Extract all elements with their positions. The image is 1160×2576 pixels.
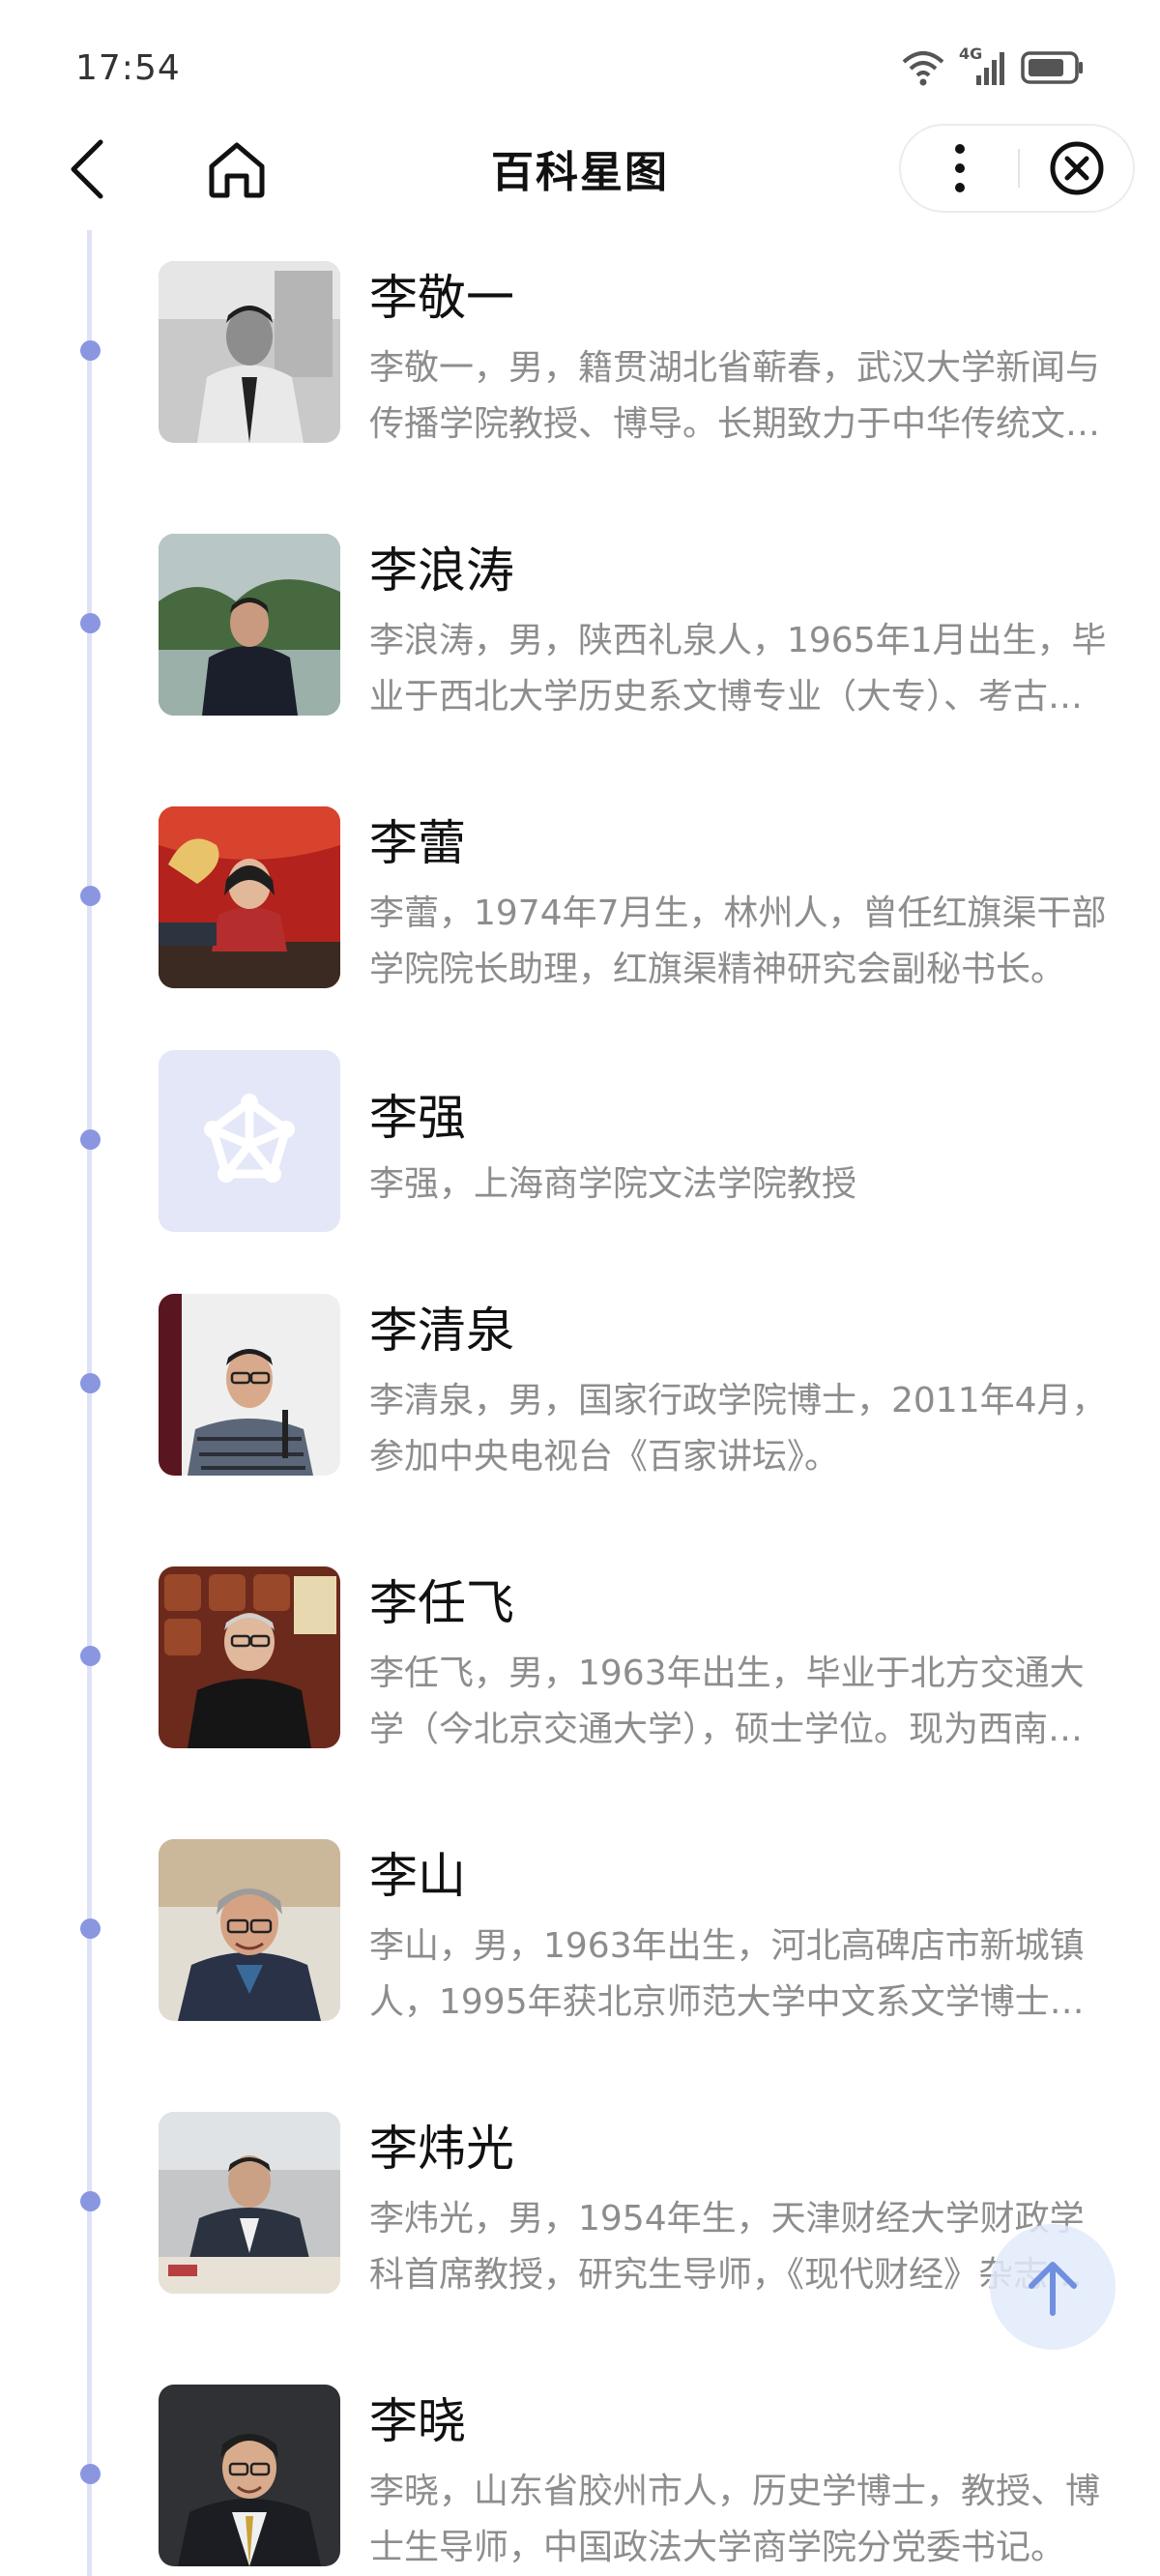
- person-description: 李蕾，1974年7月生，林州人，曾任红旗渠干部学院院长助理，红旗渠精神研究会副秘…: [369, 893, 1107, 989]
- timeline-dot: [80, 886, 101, 906]
- person-name: 李敬一: [369, 270, 514, 326]
- timeline-dot: [80, 1129, 101, 1150]
- person-photo[interactable]: [159, 1294, 340, 1476]
- person-name: 李山: [369, 1848, 466, 1904]
- timeline-dot: [80, 340, 101, 361]
- timeline-dot: [80, 2191, 101, 2211]
- person-description: 李任飞，男，1963年出生，毕业于北方交通大学（今北京交通大学），硕士学位。现为…: [369, 1654, 1085, 1749]
- person-description: 李晓，山东省胶州市人，历史学博士，教授、博士生导师，中国政法大学商学院分党委书记…: [369, 2472, 1101, 2567]
- timeline-dot: [80, 613, 101, 633]
- person-photo[interactable]: [159, 534, 340, 716]
- person-name: 李任飞: [369, 1575, 514, 1631]
- person-description: 李浪涛，男，陕西礼泉人，1965年1月出生，毕业于西北大学历史系文博专业（大专）…: [369, 621, 1107, 717]
- person-description: 李敬一，男，籍贯湖北省蕲春，武汉大学新闻与传播学院教授、博导。长期致力于中华传统…: [369, 348, 1101, 444]
- timeline-dot: [80, 1646, 101, 1666]
- timeline-dot: [80, 1918, 101, 1939]
- person-photo-placeholder[interactable]: [159, 1050, 340, 1232]
- person-name: 李浪涛: [369, 542, 514, 599]
- arrow-up-icon: [1029, 2262, 1077, 2316]
- person-photo[interactable]: [159, 2385, 340, 2566]
- person-photo[interactable]: [159, 1566, 340, 1748]
- person-name: 李炜光: [369, 2121, 514, 2177]
- person-name: 李蕾: [369, 815, 466, 871]
- timeline-dot: [80, 1373, 101, 1393]
- scroll-to-top-button[interactable]: [990, 2224, 1116, 2350]
- person-list: 李敬一 李敬一，男，籍贯湖北省蕲春，武汉大学新闻与传播学院教授、博导。长期致力于…: [0, 0, 1160, 2576]
- person-description: 李清泉，男，国家行政学院博士，2011年4月，参加中央电视台《百家讲坛》。: [369, 1381, 1107, 1477]
- person-photo[interactable]: [159, 2112, 340, 2294]
- person-photo[interactable]: [159, 806, 340, 988]
- person-name: 李清泉: [369, 1303, 514, 1359]
- person-name: 李强: [369, 1090, 466, 1146]
- person-description: 李山，男，1963年出生，河北高碑店市新城镇人，1995年获北京师范大学中文系文…: [369, 1926, 1085, 2022]
- timeline-dot: [80, 2464, 101, 2484]
- person-photo[interactable]: [159, 261, 340, 443]
- person-name: 李晓: [369, 2393, 466, 2449]
- person-description: 李强，上海商学院文法学院教授: [369, 1164, 857, 1204]
- person-photo[interactable]: [159, 1839, 340, 2021]
